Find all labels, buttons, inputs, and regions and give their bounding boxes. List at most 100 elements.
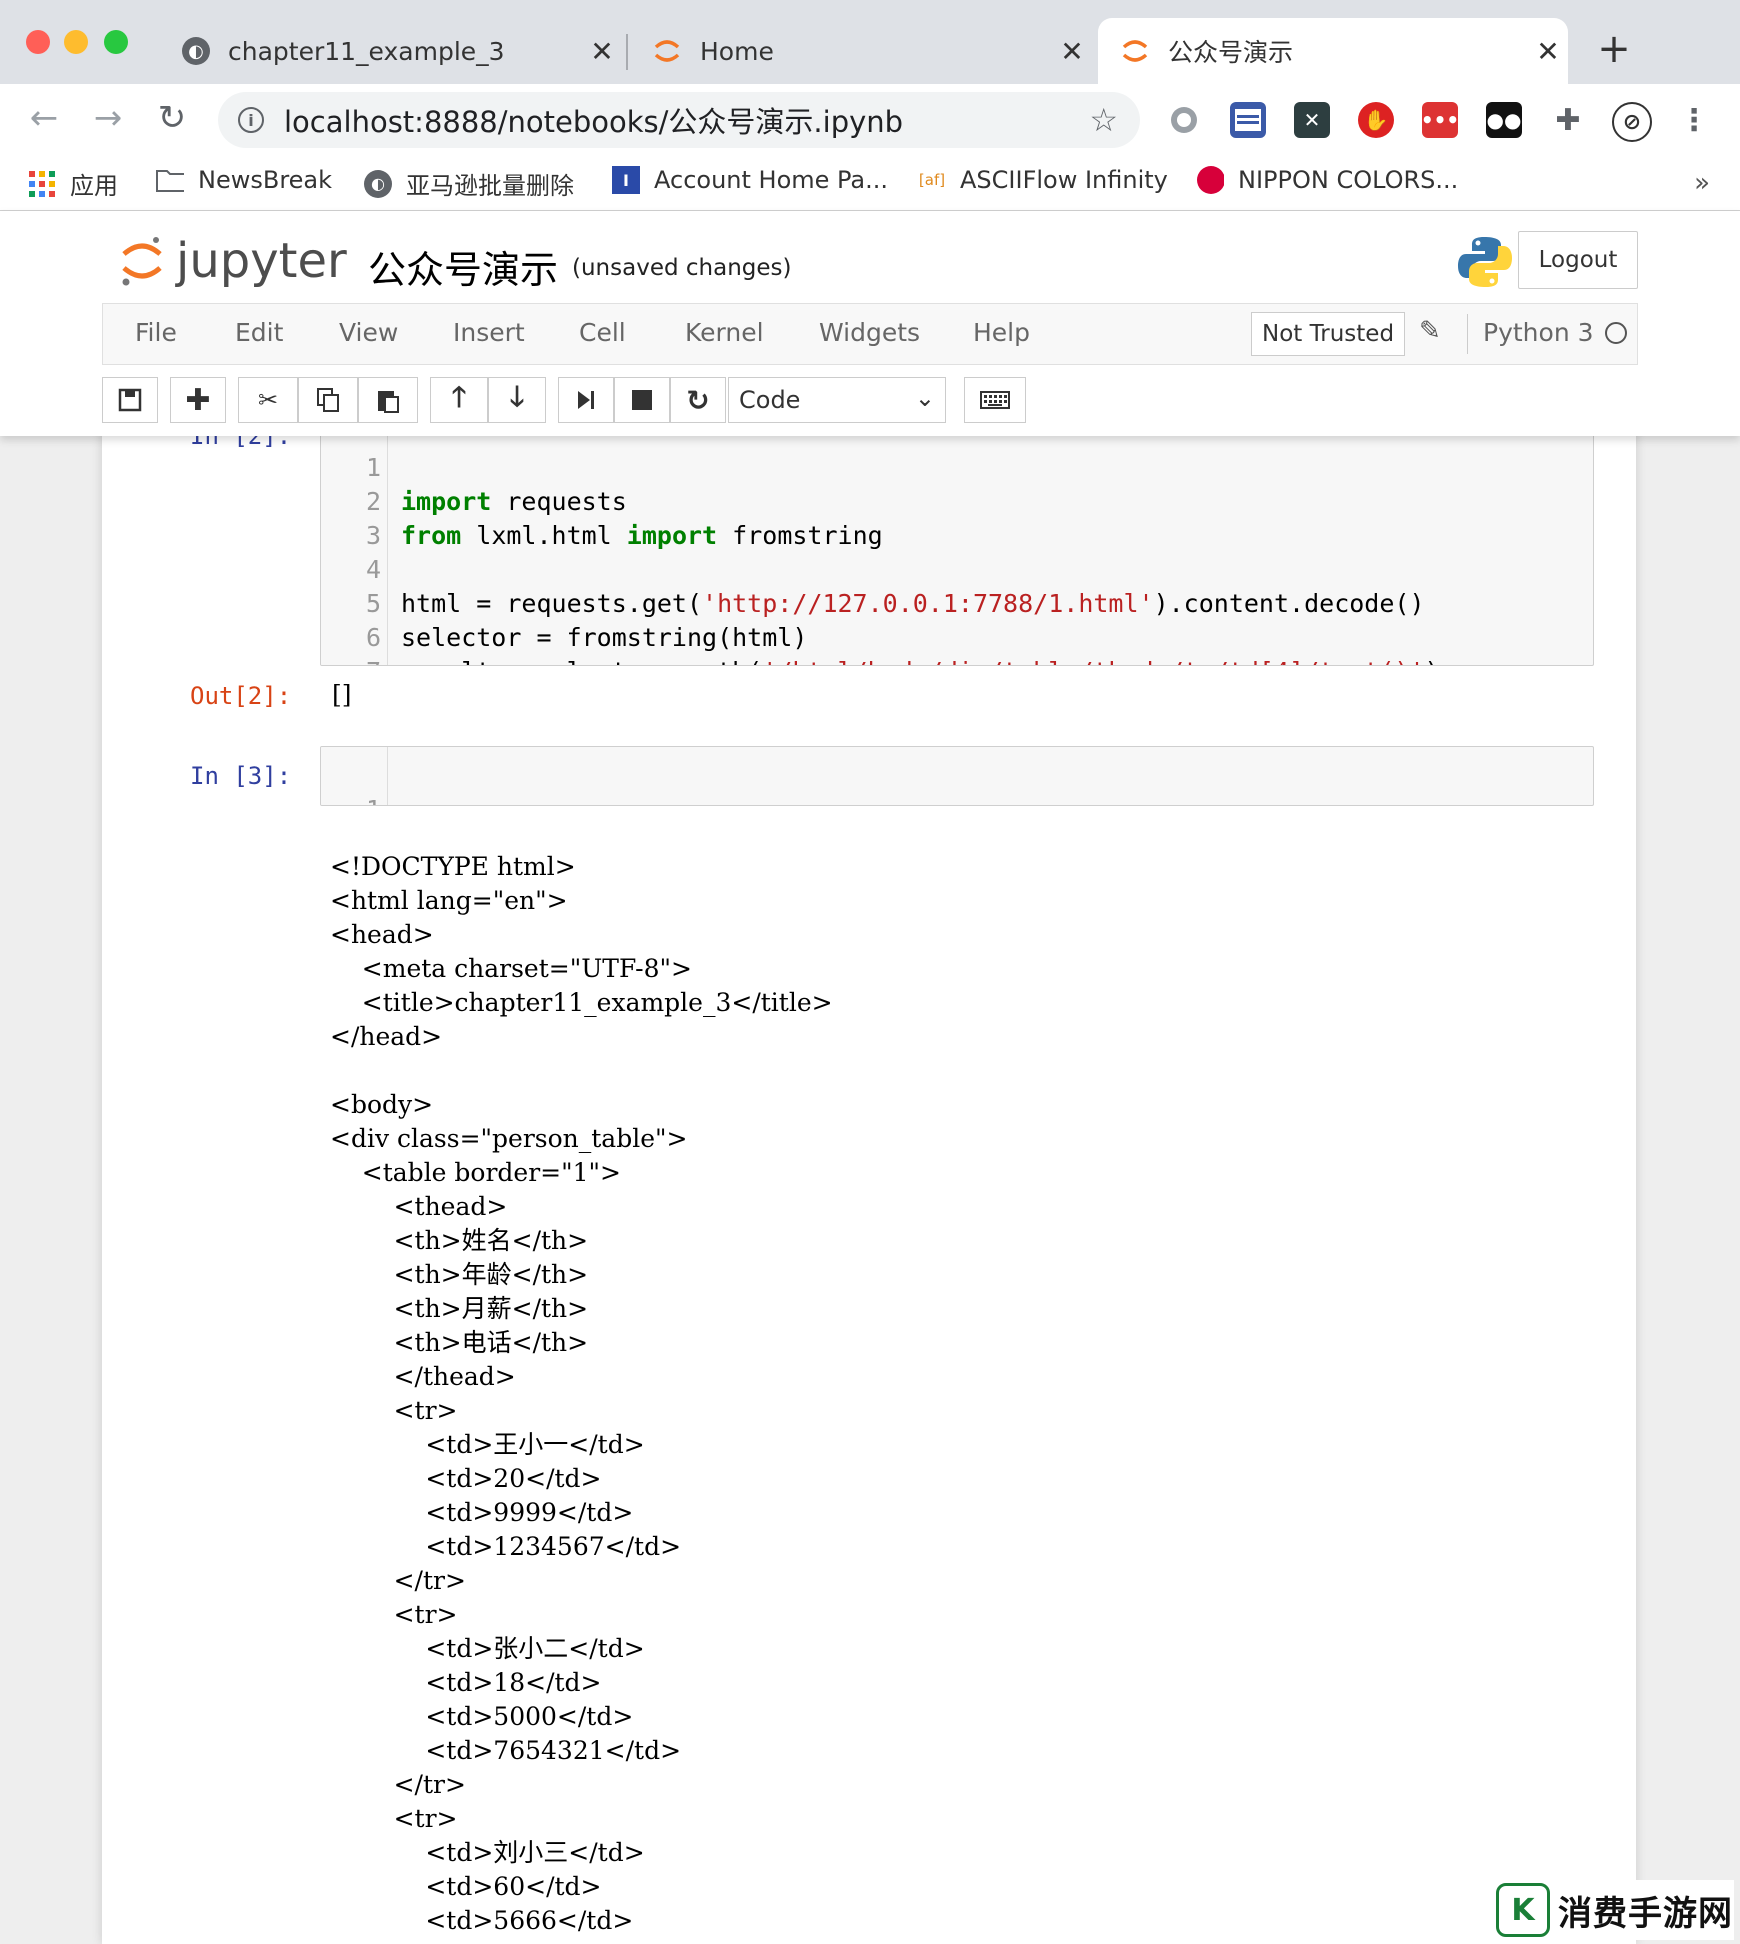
bookmark-label: NewsBreak [198,166,333,194]
move-cell-up-button[interactable]: 🡑 [430,377,488,423]
restart-kernel-button[interactable]: ↻ [670,377,726,423]
output-line: <head> [330,920,434,949]
close-icon[interactable]: ✕ [582,35,622,68]
menu-file[interactable]: File [135,318,177,347]
bookmark-apps[interactable]: 应用 [28,166,118,201]
bookmark-asciiflow[interactable]: [af] ASCIIFlow Infinity [918,166,1168,194]
notebook-name[interactable]: 公众号演示 [368,239,558,294]
reload-icon[interactable]: ↻ [152,98,192,138]
kernel-separator [1467,314,1468,354]
output-line: <body> [330,1090,434,1119]
url-text[interactable]: localhost:8888/notebooks/公众号演示.ipynb [284,99,1089,141]
output-line: <th>月薪</th> [330,1294,589,1323]
bookmark-label: 应用 [70,172,118,200]
bookmark-label: Account Home Pa... [654,166,889,194]
output-line: </thead> [330,1362,516,1391]
extension-window-icon[interactable] [1230,102,1266,138]
profile-avatar-icon[interactable]: ⊘ [1612,102,1652,142]
output-prompt: Out[2]: [190,682,292,710]
menu-edit[interactable]: Edit [235,318,283,347]
code-line: 5 selector = fromstring(html) [321,553,807,652]
tab-notebook[interactable]: 公众号演示 ✕ [1098,18,1568,84]
info-icon[interactable]: i [238,107,264,133]
extensions-puzzle-icon[interactable]: ✚ [1550,102,1586,138]
output-line: <thead> [330,1192,508,1221]
line-number: 7 [321,655,381,665]
extension-glasses-icon[interactable]: ●● [1486,102,1522,138]
output-line: <td>60</td> [330,1872,602,1901]
close-icon[interactable]: ✕ [1052,35,1092,68]
browser-tab-bar: ◐ chapter11_example_3 ✕ Home ✕ 公众号演示 ✕ + [0,0,1740,84]
restart-icon: ↻ [686,383,710,417]
window-close-button[interactable] [26,30,50,54]
output-line: <td>刘小三</td> [330,1838,645,1867]
paste-icon [378,391,399,413]
menu-insert[interactable]: Insert [453,318,525,347]
insert-cell-below-button[interactable]: ✚ [170,377,226,423]
line-number: 1 [321,793,381,805]
extension-x-icon[interactable]: ✕ [1294,102,1330,138]
jupyter-logo[interactable]: jupyter [120,233,347,289]
extension-circle-icon[interactable] [1166,102,1202,138]
tab-home[interactable]: Home ✕ [630,18,1092,84]
bookmark-star-icon[interactable]: ☆ [1089,101,1118,139]
chevron-down-icon: ⌄ [914,384,935,412]
pencil-edit-icon[interactable]: ✎ [1419,316,1441,346]
site-watermark: K 消费手游网 [1492,1880,1734,1940]
code-text: import requests [401,487,627,516]
bookmark-newsbreak[interactable]: NewsBreak [156,166,332,194]
command-palette-button[interactable] [964,377,1026,423]
save-button[interactable] [102,377,158,423]
menu-kernel[interactable]: Kernel [685,318,764,347]
new-tab-icon[interactable]: + [1592,26,1636,72]
bookmarks-overflow-icon[interactable]: » [1694,168,1710,198]
bookmark-nippon-colors[interactable]: NIPPON COLORS... [1196,166,1458,194]
stop-icon [632,390,652,410]
code-line: 3 [321,485,411,550]
window-minimize-button[interactable] [64,30,88,54]
run-cell-button[interactable] [558,377,614,423]
output-line: <td>5666</td> [330,1906,634,1935]
output-line: <td>张小二</td> [330,1634,645,1663]
cut-cells-button[interactable]: ✂ [238,377,298,423]
extension-dots-icon[interactable]: ••• [1421,102,1459,138]
logout-button[interactable]: Logout [1518,231,1638,289]
bookmark-amazon-delete[interactable]: ◐ 亚马逊批量删除 [364,166,574,201]
output-line: <tr> [330,1600,458,1629]
menu-widgets[interactable]: Widgets [819,318,920,347]
menu-view[interactable]: View [339,318,398,347]
bookmark-label: ASCIIFlow Infinity [960,166,1168,194]
menu-cell[interactable]: Cell [579,318,626,347]
not-trusted-button[interactable]: Not Trusted [1251,312,1406,356]
move-cell-down-button[interactable]: 🡓 [488,377,546,423]
output-line: <td>1234567</td> [330,1532,682,1561]
cell-type-select[interactable]: Code ⌄ [728,377,946,423]
extension-adblock-icon[interactable]: ✋ [1358,102,1394,138]
close-icon[interactable]: ✕ [1528,35,1568,68]
paste-cells-button[interactable] [358,377,418,423]
jupyter-logo-icon [120,234,164,288]
code-text: result = selector.xpath('/html/body/div/… [401,655,1440,665]
interrupt-kernel-button[interactable] [614,377,670,423]
jupyter-logo-text: jupyter [176,233,347,289]
menu-help[interactable]: Help [973,318,1030,347]
python-logo-icon [1456,233,1514,291]
code-cell-input[interactable]: 1 print(html) [320,746,1594,806]
output-line: <td>9999</td> [330,1498,634,1527]
jupyter-header: jupyter 公众号演示 (unsaved changes) Logout F… [0,211,1740,436]
browser-menu-icon[interactable]: ⋮ [1676,102,1712,138]
forward-arrow-icon[interactable]: → [88,98,128,138]
tab-chapter11[interactable]: ◐ chapter11_example_3 ✕ [160,18,622,84]
output-line: <meta charset="UTF-8"> [330,954,692,983]
save-status: (unsaved changes) [572,255,792,281]
back-arrow-icon[interactable]: ← [24,98,64,138]
window-zoom-button[interactable] [104,30,128,54]
copy-cells-button[interactable] [298,377,358,423]
code-line: 1 print(html) [321,759,411,805]
red-circle-icon [1196,166,1224,194]
jupyter-favicon-icon [1120,36,1150,66]
bookmark-account-home[interactable]: I Account Home Pa... [612,166,888,194]
apps-grid-icon [28,170,56,198]
address-bar[interactable]: i localhost:8888/notebooks/公众号演示.ipynb ☆ [218,92,1140,148]
